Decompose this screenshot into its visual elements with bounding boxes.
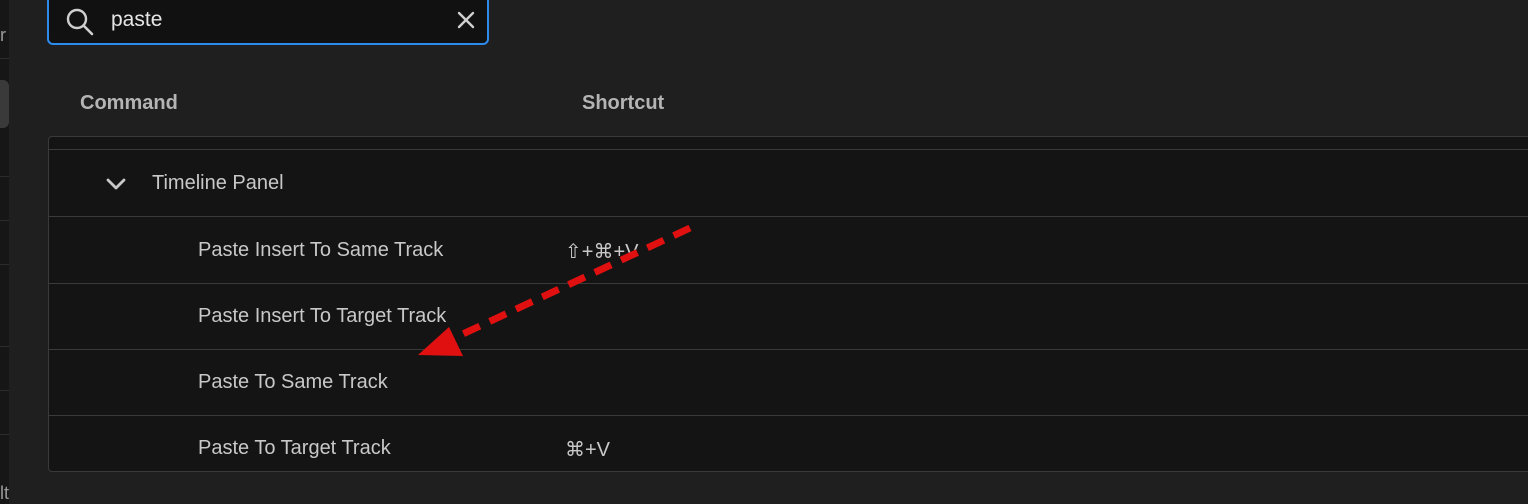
search-input[interactable] <box>111 5 431 35</box>
divider <box>0 264 9 265</box>
divider <box>0 58 9 59</box>
shortcut-value[interactable]: ⇧+⌘+V <box>565 239 638 264</box>
command-label: Paste Insert To Same Track <box>198 239 444 261</box>
table-row[interactable]: Paste To Same Track <box>49 349 1528 416</box>
divider <box>0 176 9 177</box>
table-row[interactable]: Paste Insert To Target Track <box>49 283 1528 350</box>
panel-scroll-handle[interactable] <box>0 80 9 128</box>
shortcut-value[interactable]: ⌘+V <box>565 437 610 462</box>
column-header-shortcut[interactable]: Shortcut <box>582 92 664 115</box>
divider <box>0 220 9 221</box>
table-row[interactable]: Paste To Target Track ⌘+V <box>49 415 1528 471</box>
column-header-command[interactable]: Command <box>80 92 178 115</box>
chevron-down-icon[interactable] <box>104 176 128 192</box>
search-icon <box>66 8 94 36</box>
clipped-text: lt <box>0 483 9 503</box>
divider <box>0 434 9 435</box>
table-row[interactable]: Paste Insert To Same Track ⇧+⌘+V <box>49 217 1528 284</box>
command-label: Paste To Target Track <box>198 437 391 459</box>
command-label: Paste Insert To Target Track <box>198 305 447 327</box>
search-field[interactable] <box>47 0 489 45</box>
command-label: Paste To Same Track <box>198 371 388 393</box>
close-icon[interactable] <box>456 10 476 30</box>
left-panel-edge: r lt <box>0 0 9 504</box>
commands-table: Timeline Panel Paste Insert To Same Trac… <box>48 136 1528 472</box>
group-label: Timeline Panel <box>152 172 284 194</box>
group-row-timeline-panel[interactable]: Timeline Panel <box>49 150 1528 217</box>
divider <box>0 346 9 347</box>
clipped-text: r <box>0 25 6 45</box>
divider <box>0 390 9 391</box>
